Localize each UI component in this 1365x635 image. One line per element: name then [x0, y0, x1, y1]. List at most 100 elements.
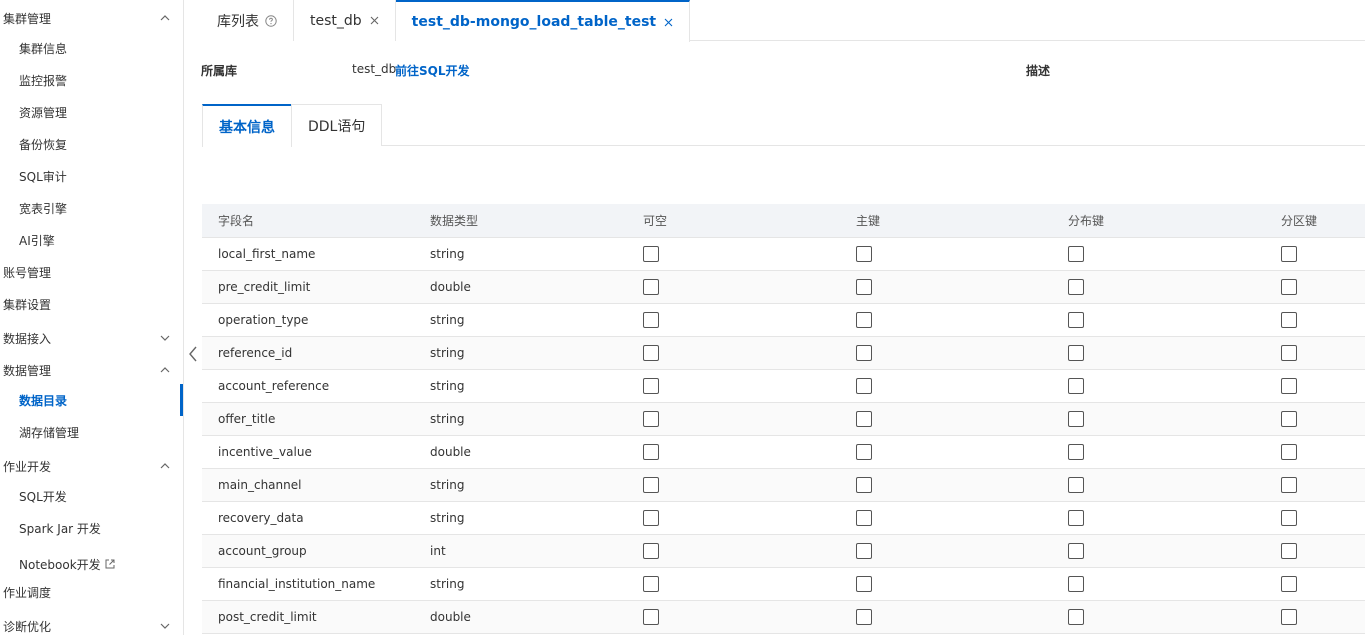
primary-key-checkbox[interactable] — [856, 576, 872, 592]
nullable-checkbox[interactable] — [643, 444, 659, 460]
nav-group-account[interactable]: 账号管理 — [0, 260, 184, 284]
sidebar-item-spark-jar[interactable]: Spark Jar 开发 — [0, 516, 184, 540]
header-distribution-key: 分布键 — [1068, 214, 1105, 228]
close-icon[interactable] — [370, 16, 379, 25]
partition-key-checkbox[interactable] — [1281, 345, 1297, 361]
sidebar-item-resources[interactable]: 资源管理 — [0, 100, 184, 124]
table-row: recovery_data string — [202, 502, 1365, 535]
primary-key-checkbox[interactable] — [856, 477, 872, 493]
distribution-key-checkbox[interactable] — [1068, 576, 1084, 592]
sidebar-item-label: 监控报警 — [19, 73, 68, 88]
table-row: operation_type string — [202, 304, 1365, 337]
primary-key-checkbox[interactable] — [856, 609, 872, 625]
tab-ddl[interactable]: DDL语句 — [291, 104, 383, 146]
distribution-key-checkbox[interactable] — [1068, 609, 1084, 625]
nav-group-job-dev[interactable]: 作业开发 — [0, 454, 184, 478]
primary-key-checkbox[interactable] — [856, 444, 872, 460]
tab-test-db[interactable]: test_db — [294, 0, 396, 41]
nullable-checkbox[interactable] — [643, 477, 659, 493]
main-content: 库列表 test_db test_db-mongo_load_table_tes… — [201, 0, 1365, 635]
nav-group-data-ingest[interactable]: 数据接入 — [0, 326, 184, 350]
close-icon[interactable] — [664, 18, 673, 27]
help-icon[interactable] — [265, 14, 277, 27]
sidebar-item-ai-engine[interactable]: AI引擎 — [0, 228, 184, 252]
nullable-checkbox[interactable] — [643, 378, 659, 394]
nav-group-cluster[interactable]: 集群管理 — [0, 6, 184, 30]
distribution-key-checkbox[interactable] — [1068, 378, 1084, 394]
data-type-cell: string — [430, 346, 465, 360]
tab-table-detail[interactable]: test_db-mongo_load_table_test — [395, 0, 691, 42]
partition-key-checkbox[interactable] — [1281, 246, 1297, 262]
primary-key-checkbox[interactable] — [856, 246, 872, 262]
partition-key-checkbox[interactable] — [1281, 279, 1297, 295]
tab-database-list[interactable]: 库列表 — [201, 0, 294, 41]
sidebar-item-label: Notebook开发 — [19, 557, 101, 572]
nullable-checkbox[interactable] — [643, 279, 659, 295]
sidebar: 集群管理 集群信息 监控报警 资源管理 备份恢复 SQL审计 宽表引擎 AI引擎… — [0, 0, 184, 635]
partition-key-checkbox[interactable] — [1281, 609, 1297, 625]
nav-group-label: 数据接入 — [3, 331, 52, 346]
sidebar-item-lake-storage[interactable]: 湖存储管理 — [0, 420, 184, 444]
nullable-checkbox[interactable] — [643, 543, 659, 559]
partition-key-checkbox[interactable] — [1281, 312, 1297, 328]
distribution-key-checkbox[interactable] — [1068, 510, 1084, 526]
nullable-checkbox[interactable] — [643, 576, 659, 592]
nav-group-data-mgmt[interactable]: 数据管理 — [0, 358, 184, 382]
db-label: 所属库 — [201, 64, 238, 78]
distribution-key-checkbox[interactable] — [1068, 246, 1084, 262]
primary-key-checkbox[interactable] — [856, 543, 872, 559]
sidebar-item-cluster-info[interactable]: 集群信息 — [0, 36, 184, 60]
sidebar-item-backup[interactable]: 备份恢复 — [0, 132, 184, 156]
go-sql-dev-link[interactable]: 前往SQL开发 — [395, 62, 470, 79]
distribution-key-checkbox[interactable] — [1068, 444, 1084, 460]
sidebar-item-label: SQL开发 — [19, 489, 67, 504]
primary-key-checkbox[interactable] — [856, 279, 872, 295]
sidebar-item-notebook[interactable]: Notebook开发 — [0, 552, 184, 576]
sidebar-collapse-button[interactable] — [186, 338, 200, 370]
external-link-icon — [105, 559, 115, 569]
primary-key-checkbox[interactable] — [856, 312, 872, 328]
distribution-key-checkbox[interactable] — [1068, 312, 1084, 328]
table-info: 所属库 test_db 前往SQL开发 描述 — [201, 62, 1365, 80]
nullable-checkbox[interactable] — [643, 510, 659, 526]
nav-group-diagnostics[interactable]: 诊断优化 — [0, 614, 184, 635]
sidebar-item-sql-dev[interactable]: SQL开发 — [0, 484, 184, 508]
nullable-checkbox[interactable] — [643, 609, 659, 625]
sidebar-item-monitoring[interactable]: 监控报警 — [0, 68, 184, 92]
data-type-cell: string — [430, 577, 465, 591]
chevron-up-icon — [158, 11, 172, 25]
distribution-key-checkbox[interactable] — [1068, 543, 1084, 559]
partition-key-checkbox[interactable] — [1281, 444, 1297, 460]
partition-key-checkbox[interactable] — [1281, 411, 1297, 427]
data-type-cell: string — [430, 511, 465, 525]
partition-key-checkbox[interactable] — [1281, 477, 1297, 493]
nullable-checkbox[interactable] — [643, 345, 659, 361]
partition-key-checkbox[interactable] — [1281, 576, 1297, 592]
sidebar-item-data-catalog[interactable]: 数据目录 — [0, 388, 184, 412]
distribution-key-checkbox[interactable] — [1068, 345, 1084, 361]
distribution-key-checkbox[interactable] — [1068, 477, 1084, 493]
tab-basic-info[interactable]: 基本信息 — [202, 104, 292, 147]
nav-group-label: 集群管理 — [3, 11, 52, 26]
partition-key-checkbox[interactable] — [1281, 510, 1297, 526]
distribution-key-checkbox[interactable] — [1068, 279, 1084, 295]
nav-group-label: 作业调度 — [3, 585, 52, 600]
sidebar-item-wide-table[interactable]: 宽表引擎 — [0, 196, 184, 220]
nav-group-job-schedule[interactable]: 作业调度 — [0, 580, 184, 604]
sidebar-item-sql-audit[interactable]: SQL审计 — [0, 164, 184, 188]
primary-key-checkbox[interactable] — [856, 510, 872, 526]
nullable-checkbox[interactable] — [643, 246, 659, 262]
primary-key-checkbox[interactable] — [856, 378, 872, 394]
db-value: test_db — [352, 62, 397, 76]
nullable-checkbox[interactable] — [643, 312, 659, 328]
nullable-checkbox[interactable] — [643, 411, 659, 427]
sidebar-item-label: 备份恢复 — [19, 137, 68, 152]
partition-key-checkbox[interactable] — [1281, 378, 1297, 394]
primary-key-checkbox[interactable] — [856, 411, 872, 427]
table-row: local_first_name string — [202, 238, 1365, 271]
nav-group-cluster-settings[interactable]: 集群设置 — [0, 292, 184, 316]
distribution-key-checkbox[interactable] — [1068, 411, 1084, 427]
data-type-cell: int — [430, 544, 446, 558]
partition-key-checkbox[interactable] — [1281, 543, 1297, 559]
primary-key-checkbox[interactable] — [856, 345, 872, 361]
